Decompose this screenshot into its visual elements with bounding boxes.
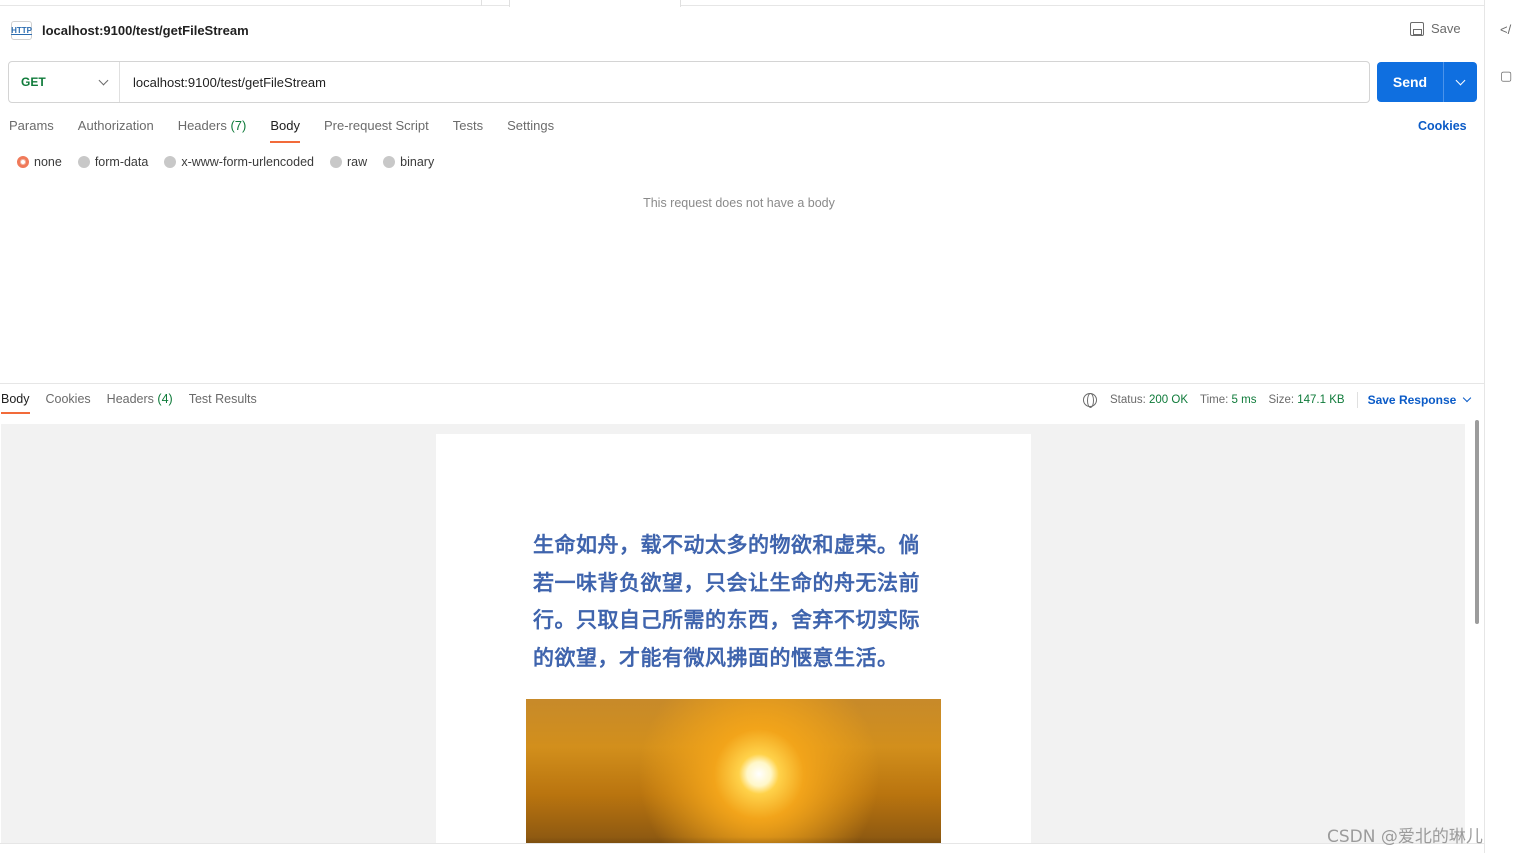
method-label: GET <box>21 75 46 89</box>
headers-count: (4) <box>157 392 173 406</box>
send-button[interactable]: Send <box>1377 62 1444 102</box>
request-title[interactable]: localhost:9100/test/getFileStream <box>42 23 249 38</box>
tab-settings[interactable]: Settings <box>507 118 554 141</box>
response-tab-body[interactable]: Body <box>1 392 30 414</box>
save-label: Save <box>1431 21 1461 36</box>
radio-label: raw <box>347 155 368 169</box>
save-disk-icon <box>1410 21 1424 36</box>
radio-x-www-form-urlencoded[interactable]: x-www-form-urlencoded <box>164 155 314 169</box>
pane-divider[interactable] <box>0 383 1484 384</box>
headers-count: (7) <box>230 118 247 133</box>
url-bar: GET <box>8 61 1370 103</box>
watermark: CSDN @爱北的琳儿 <box>1327 827 1483 847</box>
tab-authorization[interactable]: Authorization <box>78 118 154 141</box>
save-response-button[interactable]: Save Response <box>1367 393 1472 407</box>
tab-label: Pre-request Script <box>323 118 429 133</box>
radio-raw[interactable]: raw <box>330 155 367 169</box>
response-image-viewer: 生命如舟，载不动太多的物欲和虚荣。倘 若一味背负欲望，只会让生命的舟无法前 行。… <box>1 424 1465 843</box>
radio-binary[interactable]: binary <box>383 155 434 169</box>
tab-label: Headers <box>106 392 154 406</box>
active-request-tab[interactable] <box>509 0 681 7</box>
top-tab-strip <box>0 0 1484 7</box>
tab-params[interactable]: Params <box>9 118 54 141</box>
response-tabs: Body Cookies Headers (4) Test Results <box>1 392 273 414</box>
response-meta: Status: 200 OK Time: 5 ms Size: 147.1 KB… <box>1083 392 1472 408</box>
status-info[interactable]: Status: 200 OK <box>1110 394 1188 406</box>
save-button[interactable]: Save <box>1410 21 1461 36</box>
response-tab-headers[interactable]: Headers (4) <box>107 392 173 413</box>
time-value: 5 ms <box>1231 394 1257 406</box>
http-icon-label: HTTP <box>11 26 32 35</box>
sunset-photo <box>526 699 941 843</box>
radio-label: none <box>34 155 62 169</box>
size-info[interactable]: Size: 147.1 KB <box>1268 394 1344 406</box>
send-options-dropdown[interactable] <box>1444 62 1477 102</box>
code-icon[interactable]: </ <box>1500 22 1511 37</box>
size-value: 147.1 KB <box>1297 394 1345 406</box>
send-button-group: Send <box>1377 62 1477 102</box>
poem-text: 生命如舟，载不动太多的物欲和虚荣。倘 若一味背负欲望，只会让生命的舟无法前 行。… <box>533 526 933 676</box>
tab-label: Authorization <box>77 118 154 133</box>
time-info[interactable]: Time: 5 ms <box>1200 394 1256 406</box>
response-tab-test-results[interactable]: Test Results <box>189 392 257 413</box>
radio-dot <box>383 156 396 168</box>
status-value: 200 OK <box>1149 394 1189 406</box>
globe-icon[interactable] <box>1083 393 1097 408</box>
body-type-options: none form-data x-www-form-urlencoded raw… <box>17 155 450 169</box>
method-select[interactable]: GET <box>9 62 120 102</box>
radio-label: x-www-form-urlencoded <box>181 155 314 169</box>
info-panel-icon[interactable]: ▢ <box>1500 68 1512 84</box>
response-scrollbar[interactable] <box>1473 418 1481 844</box>
right-sidebar: </ ▢ <box>1484 0 1514 853</box>
tab-label: Body <box>1 392 30 406</box>
tab-separator <box>481 0 482 6</box>
tab-label: Settings <box>507 118 555 133</box>
url-input[interactable] <box>120 74 1320 90</box>
tab-label: Tests <box>452 118 484 133</box>
status-bar-divider <box>0 843 1484 844</box>
http-file-icon: HTTP <box>11 21 32 40</box>
chevron-down-icon <box>1455 75 1466 85</box>
radio-none[interactable]: none <box>17 155 62 169</box>
response-image: 生命如舟，载不动太多的物欲和虚荣。倘 若一味背负欲望，只会让生命的舟无法前 行。… <box>436 434 1031 843</box>
scrollbar-thumb[interactable] <box>1475 420 1479 624</box>
radio-label: form-data <box>94 155 149 169</box>
chevron-down-icon <box>98 75 109 85</box>
radio-form-data[interactable]: form-data <box>77 155 149 169</box>
tab-label: Test Results <box>188 392 257 406</box>
tab-label: Params <box>9 118 54 133</box>
size-label: Size: <box>1268 394 1295 406</box>
radio-dot <box>164 156 177 168</box>
tab-label: Body <box>270 118 300 133</box>
save-response-label: Save Response <box>1367 393 1457 407</box>
status-label: Status: <box>1110 394 1146 406</box>
meta-separator <box>1356 392 1358 408</box>
tab-label: Headers <box>177 118 227 133</box>
cookies-link[interactable]: Cookies <box>1418 119 1467 133</box>
request-header: HTTP localhost:9100/test/getFileStream S… <box>0 7 1484 53</box>
request-tabs: Params Authorization Headers (7) Body Pr… <box>9 118 578 143</box>
poem-line: 若一味背负欲望，只会让生命的舟无法前 <box>533 569 920 595</box>
poem-line: 生命如舟，载不动太多的物欲和虚荣。倘 <box>533 532 920 557</box>
poem-line: 行。只取自己所需的东西，舍弃不切实际 <box>533 607 920 632</box>
chevron-down-icon <box>1463 393 1472 403</box>
poem-line: 的欲望，才能有微风拂面的惬意生活。 <box>533 644 899 670</box>
response-tab-cookies[interactable]: Cookies <box>46 392 91 413</box>
tab-body[interactable]: Body <box>270 118 300 143</box>
radio-dot <box>77 156 90 168</box>
radio-dot <box>330 156 342 168</box>
radio-dot-selected <box>17 156 29 168</box>
tab-label: Cookies <box>45 392 91 406</box>
tab-pre-request-script[interactable]: Pre-request Script <box>324 118 429 141</box>
no-body-message: This request does not have a body <box>643 196 835 210</box>
radio-label: binary <box>400 155 435 169</box>
tab-tests[interactable]: Tests <box>453 118 483 141</box>
tab-headers[interactable]: Headers (7) <box>178 118 247 141</box>
time-label: Time: <box>1200 394 1229 406</box>
